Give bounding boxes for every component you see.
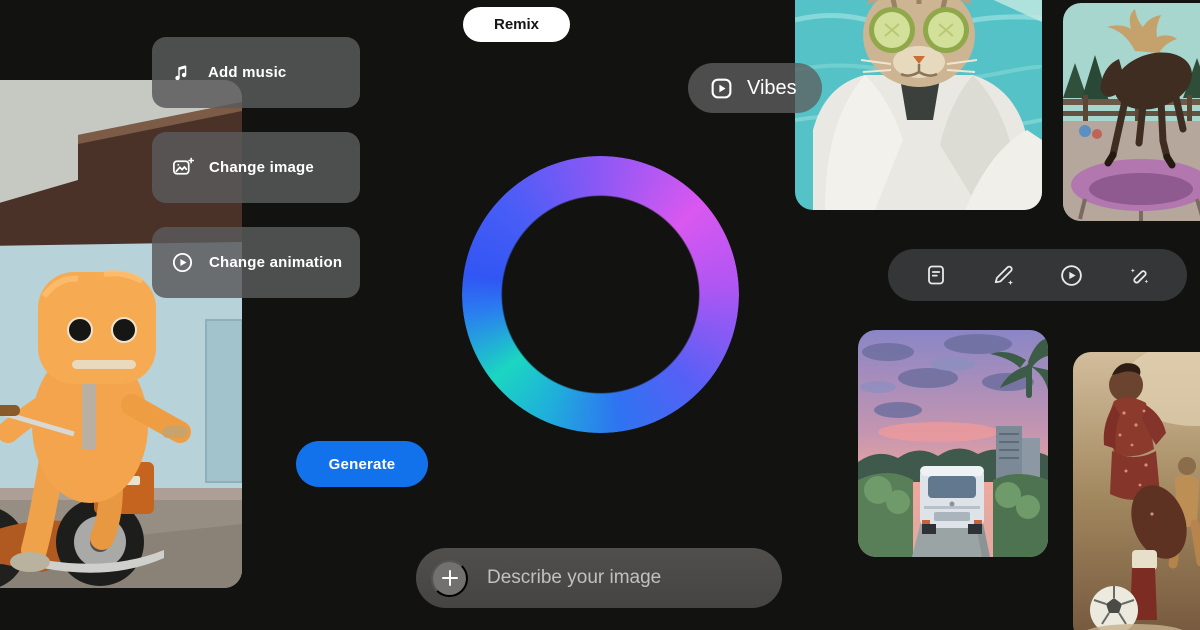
play-button[interactable] (1051, 255, 1091, 295)
notes-button[interactable] (916, 255, 956, 295)
moose-trampoline-art (1063, 3, 1200, 221)
play-square-icon (709, 76, 734, 101)
prompt-bar (416, 548, 782, 608)
change-animation-label: Change animation (209, 254, 342, 271)
change-animation-button[interactable]: Change animation (152, 227, 360, 298)
play-circle-icon (1059, 263, 1084, 288)
remix-label: Remix (494, 16, 539, 33)
change-image-button[interactable]: Change image (152, 132, 360, 203)
image-sparkle-icon (171, 156, 194, 179)
ai-gradient-ring (462, 156, 739, 433)
thumbnail-moose-trampoline[interactable] (1063, 3, 1200, 221)
cat-spa-art (795, 0, 1042, 210)
notes-icon (924, 263, 948, 287)
plus-icon (440, 568, 460, 588)
media-toolbar (888, 249, 1187, 301)
anime-van-art (858, 330, 1048, 557)
play-circle-icon (171, 251, 194, 274)
change-image-label: Change image (209, 159, 314, 176)
magic-edit-button[interactable] (1119, 255, 1159, 295)
generate-button[interactable]: Generate (296, 441, 428, 487)
thumbnail-soccer-player[interactable] (1073, 352, 1200, 630)
generate-label: Generate (329, 456, 396, 473)
prompt-input[interactable] (485, 566, 764, 590)
music-note-icon (171, 62, 193, 84)
vibes-button[interactable]: Vibes (688, 63, 822, 113)
edit-button[interactable] (984, 255, 1024, 295)
thumbnail-anime-van[interactable] (858, 330, 1048, 557)
vibes-label: Vibes (747, 77, 797, 100)
pencil-sparkle-icon (991, 263, 1016, 288)
magic-wand-icon (1127, 263, 1152, 288)
thumbnail-cat-spa[interactable] (795, 0, 1042, 210)
soccer-player-art (1073, 352, 1200, 630)
add-attachment-button[interactable] (431, 560, 468, 597)
app-canvas: Add music Change image Change animation … (0, 0, 1200, 630)
remix-button[interactable]: Remix (463, 7, 570, 42)
add-music-label: Add music (208, 64, 286, 81)
add-music-button[interactable]: Add music (152, 37, 360, 108)
